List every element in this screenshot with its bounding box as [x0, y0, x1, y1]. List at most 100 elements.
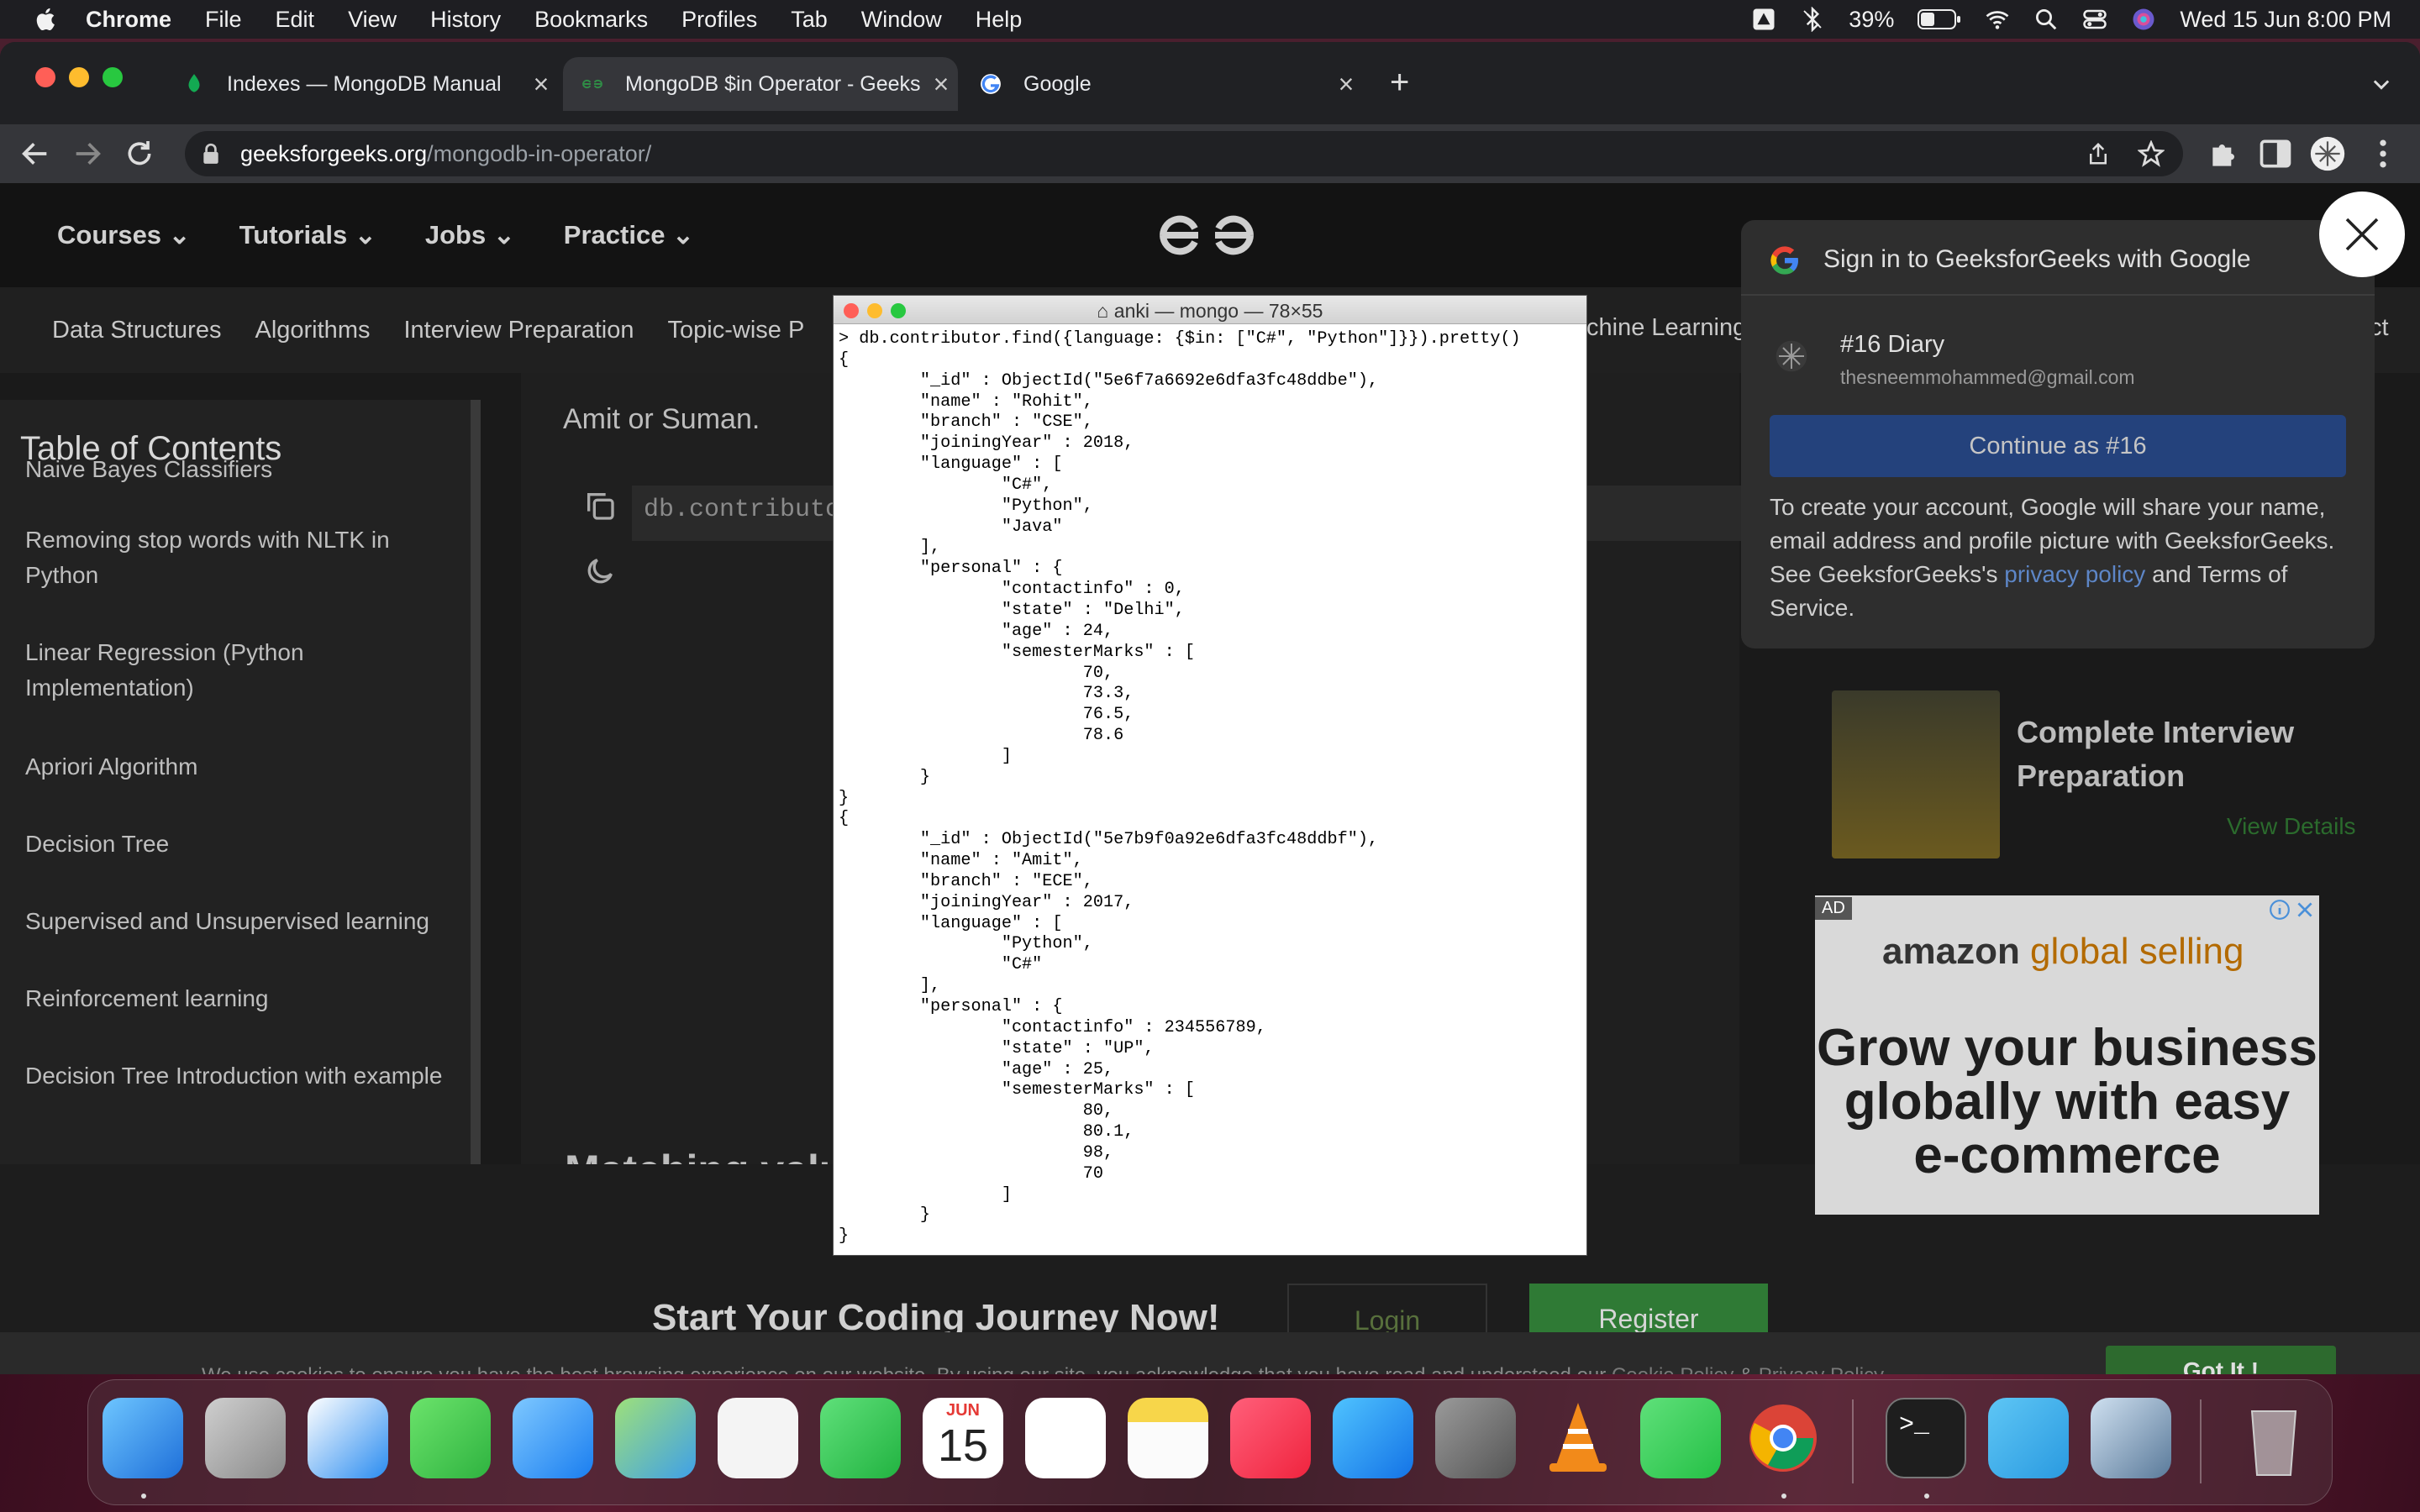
bluetooth-icon[interactable] — [1800, 7, 1825, 32]
siri-icon[interactable] — [2131, 7, 2156, 32]
forward-arrow-icon[interactable] — [71, 137, 104, 171]
copy-icon[interactable] — [583, 489, 617, 522]
whatsapp-icon[interactable] — [1640, 1398, 1721, 1478]
app-store-icon[interactable] — [1333, 1398, 1413, 1478]
menu-history[interactable]: History — [430, 7, 501, 33]
gfg-logo-icon[interactable] — [1156, 208, 1257, 262]
menu-edit[interactable]: Edit — [276, 7, 315, 33]
close-popup-button[interactable] — [2319, 192, 2405, 277]
menu-bookmarks[interactable]: Bookmarks — [534, 7, 648, 33]
menu-app-name[interactable]: Chrome — [86, 7, 171, 33]
finder-icon[interactable] — [103, 1398, 183, 1478]
toc-item[interactable]: Decision Tree Introduction with example — [25, 1058, 454, 1094]
dark-mode-moon-icon[interactable] — [583, 554, 617, 588]
bookmark-star-icon[interactable] — [2138, 140, 2165, 167]
maps-icon[interactable] — [615, 1398, 696, 1478]
system-preferences-icon[interactable] — [1435, 1398, 1516, 1478]
new-tab-button[interactable]: + — [1390, 64, 1409, 102]
photos-icon[interactable] — [718, 1398, 798, 1478]
subnav-algorithms[interactable]: Algorithms — [255, 317, 370, 344]
terminal-window[interactable]: ⌂ anki — mongo — 78×55 > db.contributor.… — [834, 296, 1586, 1255]
trash-icon[interactable] — [2233, 1398, 2314, 1478]
chrome-icon[interactable] — [1743, 1398, 1823, 1478]
tab-search-chevron-icon[interactable] — [2370, 72, 2393, 96]
vlc-icon[interactable] — [1538, 1398, 1618, 1478]
ad-info-icon[interactable] — [2269, 899, 2291, 921]
reload-icon[interactable] — [123, 137, 156, 171]
menu-view[interactable]: View — [348, 7, 397, 33]
launchpad-icon[interactable] — [205, 1398, 286, 1478]
extensions-puzzle-icon[interactable] — [2207, 135, 2244, 172]
wifi-icon[interactable] — [1985, 7, 2010, 32]
tab-mongodb-manual[interactable]: Indexes — MongoDB Manual × — [165, 57, 558, 111]
close-window-button[interactable] — [35, 67, 55, 87]
menu-window[interactable]: Window — [861, 7, 942, 33]
nav-tutorials[interactable]: Tutorials ⌄ — [239, 220, 376, 250]
subnav-interview-preparation[interactable]: Interview Preparation — [403, 317, 634, 344]
toc-scrollbar[interactable] — [471, 400, 481, 1223]
side-panel-icon[interactable] — [2257, 135, 2294, 172]
reminders-icon[interactable] — [1025, 1398, 1106, 1478]
menu-help[interactable]: Help — [976, 7, 1023, 33]
preview-icon[interactable] — [2091, 1398, 2171, 1478]
facetime-icon[interactable] — [820, 1398, 901, 1478]
toc-item[interactable]: Naive Bayes Classifiers — [25, 452, 454, 487]
spotlight-search-icon[interactable] — [2033, 7, 2059, 32]
terminal-title-bar[interactable]: ⌂ anki — mongo — 78×55 — [834, 296, 1586, 324]
messages-icon[interactable] — [410, 1398, 491, 1478]
nav-practice[interactable]: Practice ⌄ — [564, 220, 694, 250]
telegram-icon[interactable] — [1988, 1398, 2069, 1478]
date-time[interactable]: Wed 15 Jun 8:00 PM — [2180, 7, 2391, 33]
tab-close-icon[interactable]: × — [924, 69, 958, 100]
minimize-window-button[interactable] — [69, 67, 89, 87]
advertisement[interactable]: AD amazon global selling Grow your busin… — [1815, 895, 2319, 1215]
tab-close-icon[interactable]: × — [1329, 69, 1363, 100]
tab-mongodb-in-operator[interactable]: MongoDB $in Operator - Geeks × — [563, 57, 958, 111]
toc-item[interactable]: Decision Tree — [25, 827, 454, 862]
toc-item[interactable]: Supervised and Unsupervised learning — [25, 904, 454, 939]
address-bar[interactable]: geeksforgeeks.org/mongodb-in-operator/ — [185, 131, 2183, 176]
cookie-policy-link[interactable]: Cookie Policy — [1612, 1364, 1733, 1374]
nav-courses[interactable]: Courses ⌄ — [57, 220, 191, 250]
music-icon[interactable] — [1230, 1398, 1311, 1478]
control-center-icon[interactable] — [2082, 7, 2107, 32]
menu-tab[interactable]: Tab — [791, 7, 828, 33]
nav-jobs[interactable]: Jobs ⌄ — [425, 220, 515, 250]
safari-icon[interactable] — [308, 1398, 388, 1478]
promo-title[interactable]: Complete Interview Preparation — [2017, 711, 2370, 798]
notes-icon[interactable] — [1128, 1398, 1208, 1478]
ad-close-icon[interactable] — [2294, 899, 2316, 921]
share-icon[interactable] — [2086, 141, 2111, 166]
menu-profiles[interactable]: Profiles — [681, 7, 757, 33]
toc-item[interactable]: Linear Regression (Python Implementation… — [25, 635, 454, 706]
terminal-icon[interactable]: >_ — [1886, 1398, 1966, 1478]
subnav-machine-learning[interactable]: chine Learning — [1586, 314, 1746, 342]
account-name[interactable]: #16 Diary — [1840, 331, 1944, 359]
battery-icon[interactable] — [1918, 8, 1961, 30]
calendar-icon[interactable]: JUN 15 — [923, 1398, 1003, 1478]
privacy-policy-link[interactable]: Privacy Policy — [1759, 1364, 1884, 1374]
account-avatar — [1776, 340, 1807, 372]
cookie-accept-button[interactable]: Got It ! — [2106, 1346, 2336, 1374]
tab-google[interactable]: Google × — [961, 57, 1363, 111]
apple-icon[interactable] — [32, 5, 60, 34]
kebab-menu-icon[interactable] — [2365, 135, 2402, 172]
subnav-topic-wise[interactable]: Topic-wise P — [668, 317, 805, 344]
zoom-window-button[interactable] — [103, 67, 123, 87]
tab-close-icon[interactable]: × — [524, 69, 558, 100]
drive-icon[interactable] — [1751, 7, 1776, 32]
profile-avatar[interactable] — [2309, 135, 2346, 172]
toc-item[interactable]: Reinforcement learning — [25, 981, 454, 1016]
privacy-policy-link[interactable]: privacy policy — [2004, 561, 2145, 587]
terminal-output[interactable]: > db.contributor.find({language: {$in: [… — [839, 329, 1521, 1247]
toc-item[interactable]: Removing stop words with NLTK in Python — [25, 522, 454, 593]
menu-file[interactable]: File — [205, 7, 242, 33]
mail-icon[interactable] — [513, 1398, 593, 1478]
subnav-data-structures[interactable]: Data Structures — [52, 317, 221, 344]
lock-icon[interactable] — [202, 143, 220, 165]
ad-label: AD — [1815, 897, 1852, 920]
toc-item[interactable]: Apriori Algorithm — [25, 749, 454, 785]
back-arrow-icon[interactable] — [18, 137, 52, 171]
promo-view-details-link[interactable]: View Details — [2227, 813, 2356, 840]
continue-as-button[interactable]: Continue as #16 — [1770, 415, 2346, 477]
